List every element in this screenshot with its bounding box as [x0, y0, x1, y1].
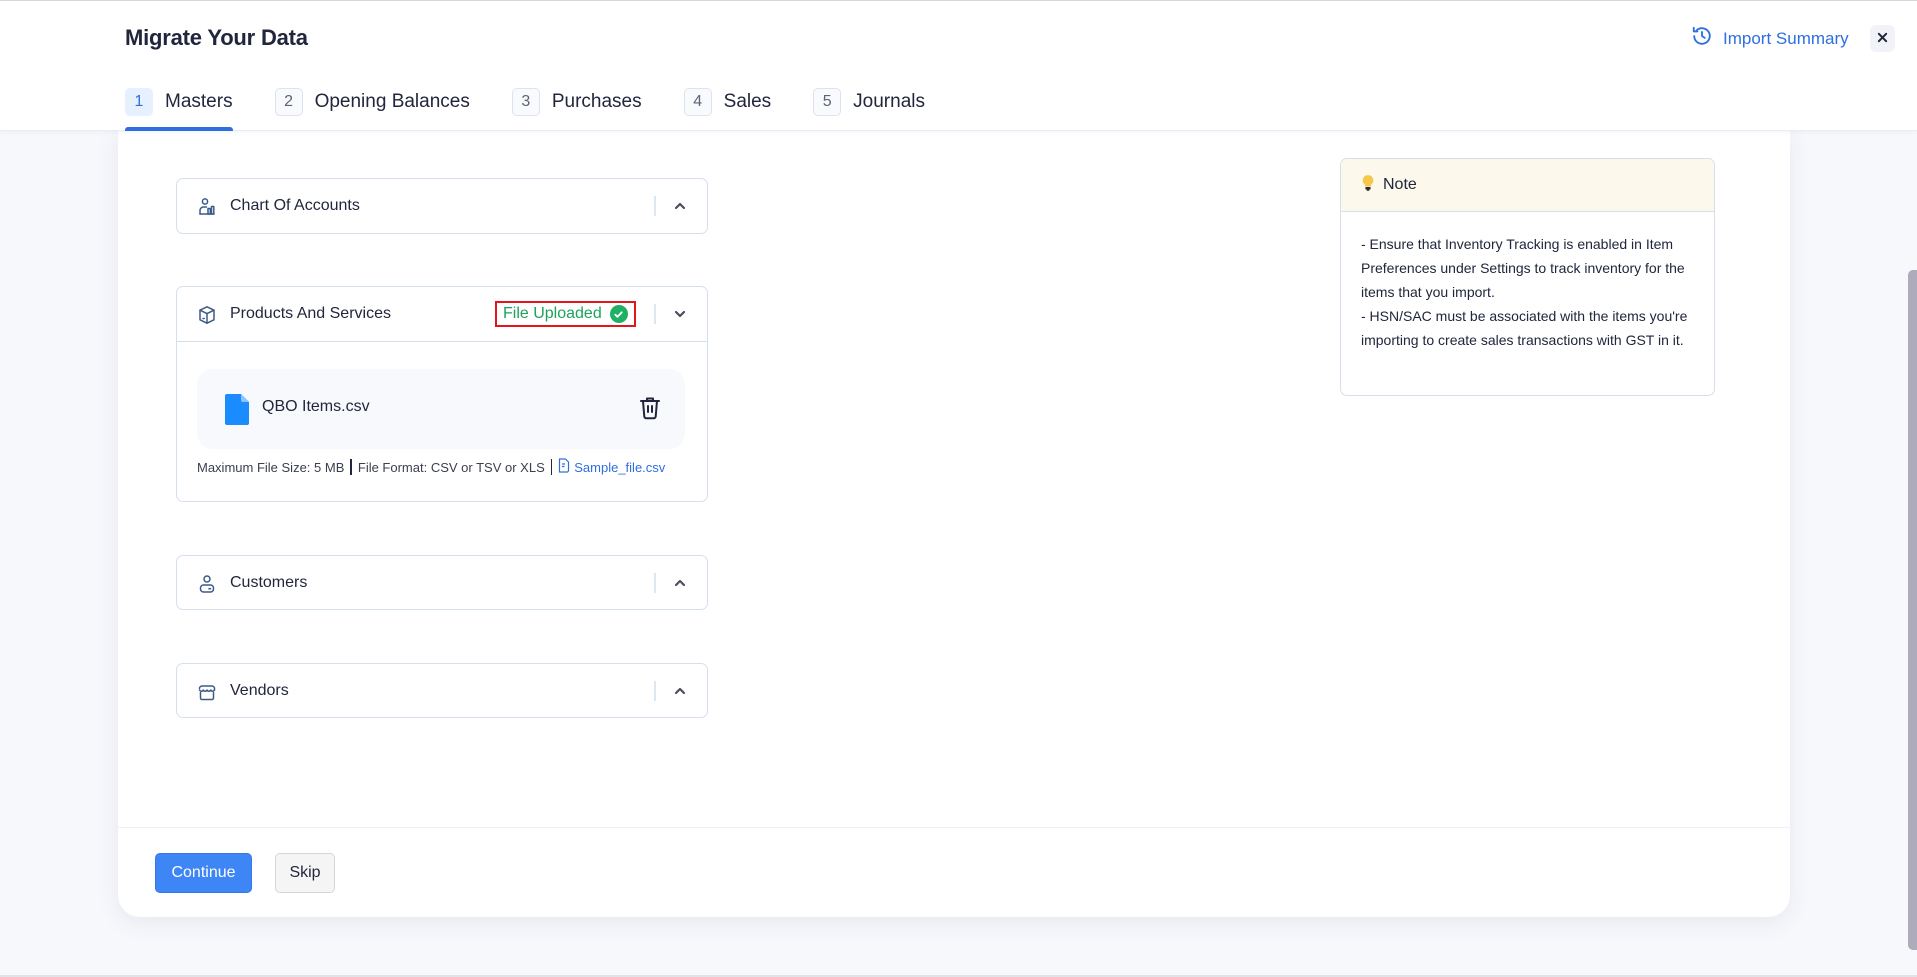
- tab-step-number: 5: [813, 88, 842, 116]
- max-file-size: Maximum File Size: 5 MB: [197, 459, 345, 475]
- section-header[interactable]: Products And Services File Uploaded: [177, 287, 707, 341]
- chevron-down-icon[interactable]: [673, 307, 687, 321]
- tab-label: Opening Balances: [314, 91, 470, 112]
- page-title: Migrate Your Data: [125, 25, 308, 50]
- vertical-scrollbar[interactable]: [1908, 270, 1917, 950]
- separator: [350, 459, 352, 475]
- import-summary-label: Import Summary: [1723, 28, 1849, 48]
- check-circle-icon: [609, 305, 628, 323]
- tab-opening-balances[interactable]: 2 Opening Balances: [274, 87, 470, 117]
- tab-purchases[interactable]: 3 Purchases: [511, 87, 642, 117]
- note-title: Note: [1383, 176, 1417, 193]
- box-icon: [197, 305, 217, 325]
- section-header[interactable]: Vendors: [177, 664, 707, 718]
- document-icon: [558, 458, 570, 476]
- tab-sales[interactable]: 4 Sales: [683, 87, 772, 117]
- tab-label: Masters: [165, 91, 233, 112]
- import-summary-link[interactable]: Import Summary: [1691, 25, 1849, 52]
- footer-divider: [118, 827, 1790, 828]
- section-title: Vendors: [230, 682, 289, 699]
- chevron-up-icon[interactable]: [673, 576, 687, 590]
- section-header[interactable]: Customers: [177, 556, 707, 610]
- divider: [654, 681, 656, 701]
- user-chart-icon: [197, 197, 217, 217]
- tab-step-number: 4: [683, 88, 712, 116]
- trash-icon[interactable]: [639, 396, 661, 420]
- file-icon: [225, 394, 249, 425]
- user-icon: [197, 574, 217, 594]
- close-icon: [1877, 30, 1888, 48]
- chevron-up-icon[interactable]: [673, 199, 687, 213]
- tab-step-number: 2: [274, 88, 303, 116]
- file-name: QBO Items.csv: [262, 398, 370, 415]
- divider: [654, 304, 656, 324]
- section-title: Products And Services: [230, 305, 391, 322]
- tab-masters[interactable]: 1 Masters: [125, 87, 233, 131]
- section-title: Chart Of Accounts: [230, 197, 360, 214]
- section-chart-of-accounts: Chart Of Accounts: [176, 178, 708, 234]
- tab-label: Journals: [853, 91, 925, 112]
- step-tabs: 1 Masters 2 Opening Balances 3 Purchases…: [125, 87, 967, 131]
- lightbulb-icon: [1361, 174, 1375, 197]
- divider: [654, 573, 656, 593]
- uploaded-file: QBO Items.csv: [197, 369, 685, 449]
- tab-step-number: 1: [125, 88, 153, 116]
- file-uploaded-badge: File Uploaded: [495, 301, 636, 327]
- section-products-and-services: Products And Services File Uploaded QBO …: [176, 286, 708, 502]
- section-title: Customers: [230, 574, 308, 591]
- note-body: - Ensure that Inventory Tracking is enab…: [1341, 212, 1714, 352]
- tab-journals[interactable]: 5 Journals: [813, 87, 925, 117]
- tab-step-number: 3: [511, 88, 540, 116]
- history-icon: [1691, 25, 1713, 52]
- chevron-up-icon[interactable]: [673, 684, 687, 698]
- note-panel: Note - Ensure that Inventory Tracking is…: [1340, 158, 1715, 396]
- store-icon: [197, 682, 217, 702]
- tab-label: Purchases: [551, 91, 642, 112]
- sample-file-link[interactable]: Sample_file.csv: [558, 458, 665, 476]
- divider: [654, 196, 656, 216]
- page-header: Migrate Your Data Import Summary 1 Maste…: [0, 1, 1917, 131]
- skip-button[interactable]: Skip: [275, 853, 335, 893]
- section-body: QBO Items.csv Maximum File Size: 5 MB Fi…: [177, 341, 707, 502]
- continue-button[interactable]: Continue: [155, 853, 252, 893]
- note-line: - HSN/SAC must be associated with the it…: [1361, 308, 1688, 348]
- section-header[interactable]: Chart Of Accounts: [177, 179, 707, 233]
- note-header: Note: [1341, 159, 1714, 212]
- sample-file-label: Sample_file.csv: [574, 459, 666, 475]
- tab-label: Sales: [723, 91, 772, 112]
- section-customers: Customers: [176, 555, 708, 610]
- file-format: File Format: CSV or TSV or XLS: [357, 459, 545, 475]
- separator: [550, 459, 553, 475]
- close-button[interactable]: [1870, 25, 1895, 52]
- note-line: - Ensure that Inventory Tracking is enab…: [1361, 236, 1685, 300]
- file-requirements: Maximum File Size: 5 MB File Format: CSV…: [197, 458, 665, 476]
- status-label: File Uploaded: [503, 305, 602, 322]
- section-vendors: Vendors: [176, 663, 708, 718]
